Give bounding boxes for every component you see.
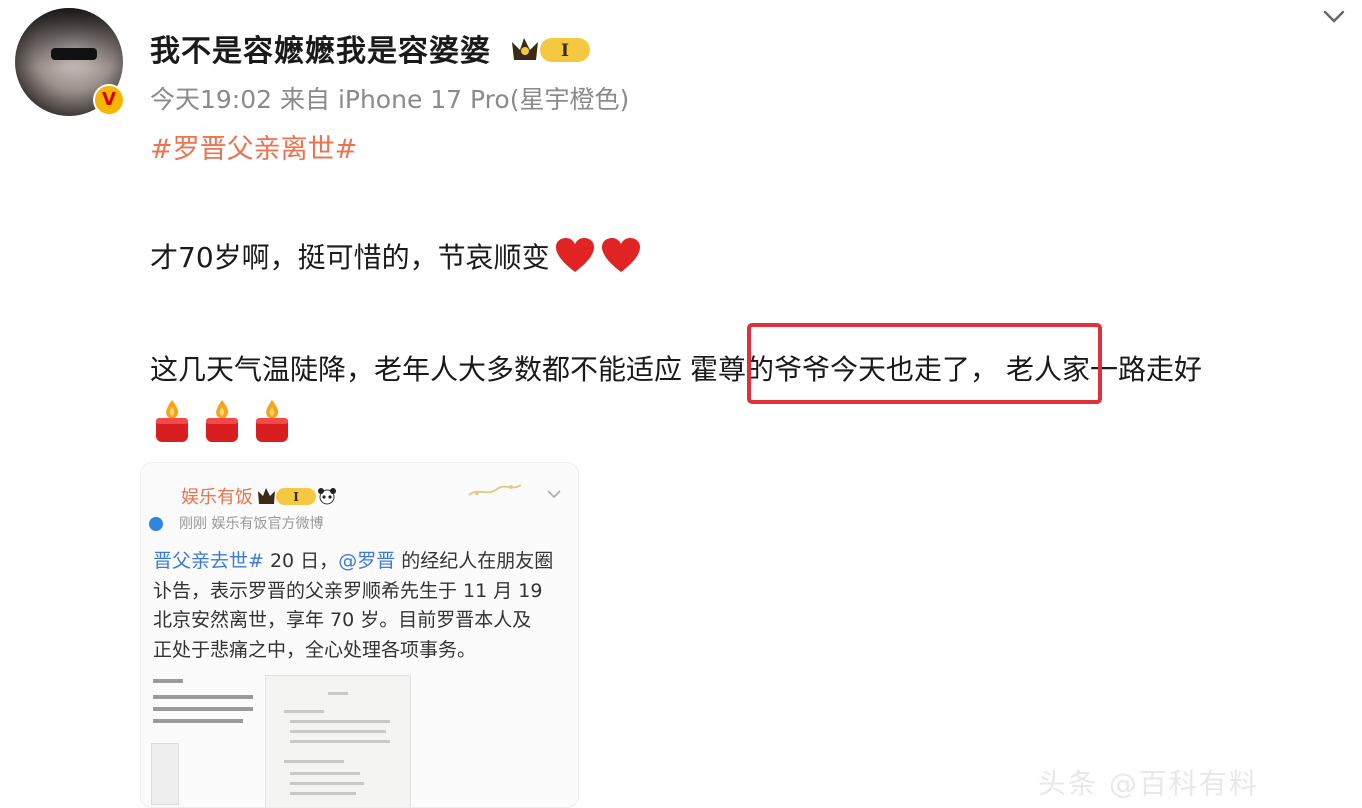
embed-hashtag: 晋父亲去世#	[153, 550, 264, 572]
heart-icon	[601, 238, 640, 272]
hashtag-link[interactable]: #罗晋父亲离世#	[150, 127, 357, 166]
embed-text-line: 晋父亲去世# 20 日，@罗晋 的经纪人在朋友圈	[153, 547, 553, 577]
chevron-down-icon[interactable]	[1322, 4, 1346, 28]
post-line-1-text: 才70岁啊，挺可惜的，节哀顺变	[150, 241, 550, 274]
embedded-post-image[interactable]: 娱乐有饭 I 刚刚 娱乐有饭官方微博 晋父亲去世# 20 日，@罗晋 的经纪人在…	[140, 462, 579, 808]
embed-text-seg: 的经纪人在朋友圈	[395, 550, 554, 572]
embed-vip-badge-icon: I	[258, 488, 316, 505]
heart-icon	[555, 238, 594, 272]
post-line-2-before: 这几天气温陡降，老年人大多数都不能适应	[150, 353, 683, 386]
embed-badge-label: I	[293, 490, 299, 504]
candle-emoji-row	[150, 398, 294, 444]
vip-level-badge-icon: I	[512, 38, 590, 62]
candle-icon	[156, 400, 188, 442]
post-line-1: 才70岁啊，挺可惜的，节哀顺变	[150, 236, 642, 276]
watermark: 头条 @百科有料	[1038, 767, 1259, 800]
panda-icon	[318, 488, 336, 505]
highlight-annotation-box	[747, 323, 1102, 404]
verified-v-badge-icon: V	[93, 84, 125, 116]
embed-text-line: 北京安然离世，享年 70 岁。目前罗晋本人及	[153, 609, 532, 631]
level-badge-label: I	[561, 41, 569, 61]
embed-meta: 刚刚 娱乐有饭官方微博	[179, 516, 324, 532]
embed-text-line: 讣告，表示罗晋的父亲罗顺希先生于 11 月 19	[153, 579, 543, 602]
embed-username: 娱乐有饭	[181, 487, 253, 508]
candle-icon	[256, 400, 288, 442]
embed-chevron-down-icon	[547, 490, 561, 499]
embed-mention: @罗晋	[338, 550, 396, 572]
decoration-icon	[468, 484, 522, 496]
embed-body-text: 晋父亲去世# 20 日，@罗晋 的经纪人在朋友圈 讣告，表示罗晋的父亲罗顺希先生…	[153, 547, 553, 665]
embed-thumbnail-text	[151, 673, 261, 807]
post-meta: 今天19:02 来自 iPhone 17 Pro(星宇橙色)	[150, 85, 630, 114]
candle-icon	[206, 400, 238, 442]
embed-text-seg: 20 日，	[263, 550, 339, 572]
avatar-sunglasses	[51, 48, 97, 60]
embed-verified-icon	[149, 517, 163, 531]
embed-text-line: 正处于悲痛之中，全心处理各项事务。	[153, 638, 477, 661]
username[interactable]: 我不是容嬷嬷我是容婆婆	[150, 26, 491, 70]
user-avatar[interactable]: V	[15, 8, 125, 116]
embed-document-thumbnail	[265, 675, 411, 807]
